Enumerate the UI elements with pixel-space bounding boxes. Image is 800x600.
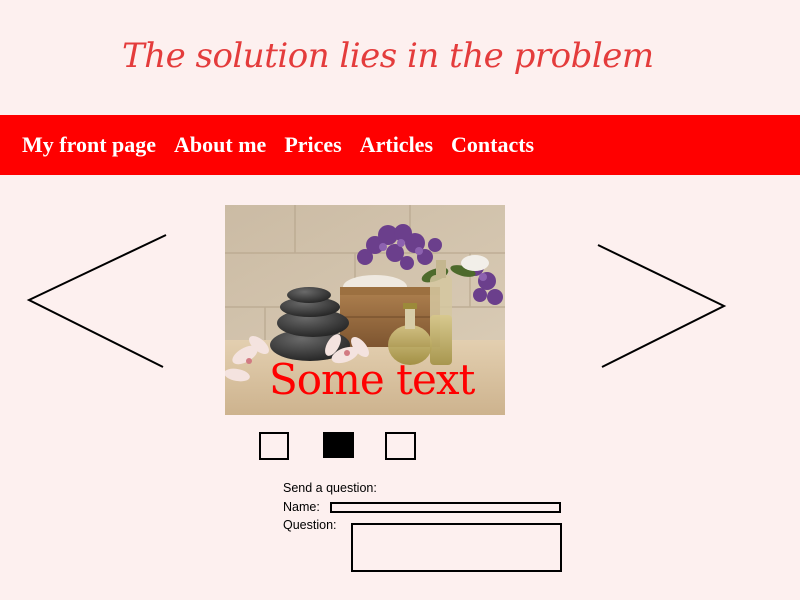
nav-item-front-page[interactable]: My front page [22, 132, 156, 158]
nav-item-contacts[interactable]: Contacts [451, 132, 534, 158]
name-label: Name: [283, 500, 320, 514]
form-heading: Send a question: [283, 481, 377, 495]
slide-caption: Some text [269, 355, 475, 404]
slide-indicator-2[interactable] [323, 432, 354, 458]
main-nav: My front page About me Prices Articles C… [0, 115, 800, 175]
slide-indicator-3[interactable] [385, 432, 416, 460]
slider-next-button[interactable] [596, 240, 731, 372]
slide-image: Some text [225, 205, 505, 415]
question-field[interactable] [351, 523, 562, 572]
slider-prev-button[interactable] [25, 230, 175, 372]
nav-item-about-me[interactable]: About me [174, 132, 266, 158]
nav-item-prices[interactable]: Prices [284, 132, 341, 158]
slide-indicator-1[interactable] [259, 432, 289, 460]
chevron-left-icon [26, 234, 167, 368]
question-label: Question: [283, 518, 337, 532]
site-title: The solution lies in the problem [122, 36, 654, 76]
slider-indicators [259, 432, 419, 462]
question-form: Send a question: Name: Question: [283, 481, 573, 581]
chevron-right-icon [597, 244, 727, 368]
nav-item-articles[interactable]: Articles [360, 132, 433, 158]
name-field[interactable] [330, 502, 561, 513]
